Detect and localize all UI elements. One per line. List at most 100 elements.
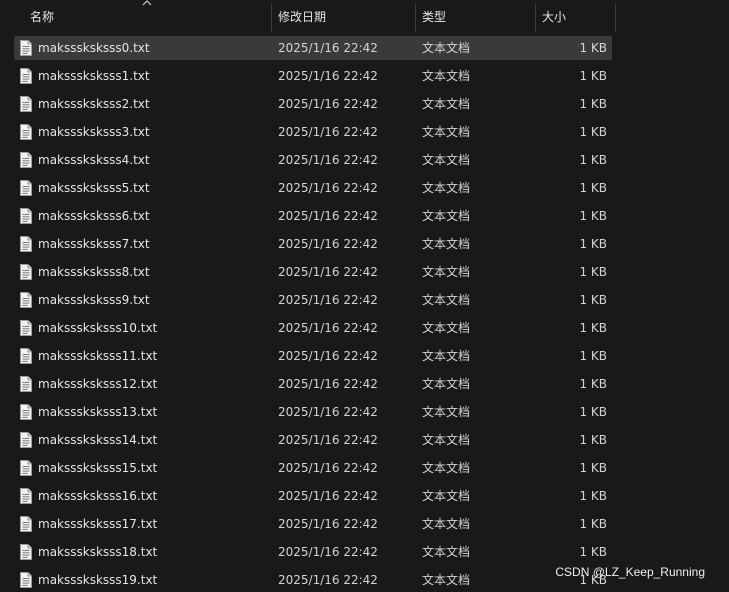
file-row[interactable]: maksssksksss17.txt 2025/1/16 22:42 文本文档 1 K… bbox=[14, 512, 612, 536]
file-modified-date: 2025/1/16 22:42 bbox=[278, 405, 378, 419]
file-size: 1 KB bbox=[579, 517, 607, 531]
file-type: 文本文档 bbox=[422, 545, 471, 559]
file-name: maksssksksss0.txt bbox=[38, 41, 150, 55]
file-size: 1 KB bbox=[579, 461, 607, 475]
file-type: 文本文档 bbox=[422, 489, 471, 503]
file-type: 文本文档 bbox=[422, 41, 471, 55]
file-size: 1 KB bbox=[579, 209, 607, 223]
column-divider[interactable] bbox=[535, 4, 536, 32]
text-document-icon bbox=[20, 404, 32, 420]
file-modified-date: 2025/1/16 22:42 bbox=[278, 265, 378, 279]
column-header-size[interactable]: 大小 bbox=[542, 0, 614, 34]
file-type: 文本文档 bbox=[422, 517, 471, 531]
file-name: maksssksksss19.txt bbox=[38, 573, 158, 587]
file-modified-date: 2025/1/16 22:42 bbox=[278, 461, 378, 475]
file-size: 1 KB bbox=[579, 237, 607, 251]
column-header-type[interactable]: 类型 bbox=[422, 0, 534, 34]
file-type: 文本文档 bbox=[422, 125, 471, 139]
file-row[interactable]: maksssksksss14.txt 2025/1/16 22:42 文本文档 1 K… bbox=[14, 428, 612, 452]
file-modified-date: 2025/1/16 22:42 bbox=[278, 573, 378, 587]
file-modified-date: 2025/1/16 22:42 bbox=[278, 209, 378, 223]
file-row[interactable]: maksssksksss3.txt 2025/1/16 22:42 文本文档 1 KB bbox=[14, 120, 612, 144]
text-document-icon bbox=[20, 460, 32, 476]
file-modified-date: 2025/1/16 22:42 bbox=[278, 153, 378, 167]
file-name: maksssksksss13.txt bbox=[38, 405, 158, 419]
column-divider[interactable] bbox=[415, 4, 416, 32]
column-header-date[interactable]: 修改日期 bbox=[278, 0, 414, 34]
file-modified-date: 2025/1/16 22:42 bbox=[278, 377, 378, 391]
text-document-icon bbox=[20, 124, 32, 140]
file-row[interactable]: maksssksksss18.txt 2025/1/16 22:42 文本文档 1 K… bbox=[14, 540, 612, 564]
file-size: 1 KB bbox=[579, 349, 607, 363]
file-row[interactable]: maksssksksss0.txt 2025/1/16 22:42 文本文档 1 KB bbox=[14, 36, 612, 60]
file-row[interactable]: maksssksksss7.txt 2025/1/16 22:42 文本文档 1 KB bbox=[14, 232, 612, 256]
file-type: 文本文档 bbox=[422, 433, 471, 447]
file-size: 1 KB bbox=[579, 405, 607, 419]
file-name: maksssksksss5.txt bbox=[38, 181, 150, 195]
file-name: maksssksksss18.txt bbox=[38, 545, 158, 559]
file-type: 文本文档 bbox=[422, 69, 471, 83]
file-name: maksssksksss17.txt bbox=[38, 517, 158, 531]
file-row[interactable]: maksssksksss19.txt 2025/1/16 22:42 文本文档 1 K… bbox=[14, 568, 612, 592]
file-row[interactable]: maksssksksss12.txt 2025/1/16 22:42 文本文档 1 K… bbox=[14, 372, 612, 396]
file-row[interactable]: maksssksksss2.txt 2025/1/16 22:42 文本文档 1 KB bbox=[14, 92, 612, 116]
watermark: CSDN @LZ_Keep_Running bbox=[555, 565, 705, 579]
file-type: 文本文档 bbox=[422, 377, 471, 391]
file-name: maksssksksss7.txt bbox=[38, 237, 150, 251]
file-row[interactable]: maksssksksss10.txt 2025/1/16 22:42 文本文档 1 K… bbox=[14, 316, 612, 340]
file-modified-date: 2025/1/16 22:42 bbox=[278, 321, 378, 335]
text-document-icon bbox=[20, 208, 32, 224]
file-type: 文本文档 bbox=[422, 97, 471, 111]
file-size: 1 KB bbox=[579, 125, 607, 139]
file-size: 1 KB bbox=[579, 321, 607, 335]
file-type: 文本文档 bbox=[422, 181, 471, 195]
file-modified-date: 2025/1/16 22:42 bbox=[278, 293, 378, 307]
file-modified-date: 2025/1/16 22:42 bbox=[278, 433, 378, 447]
file-name: maksssksksss11.txt bbox=[38, 349, 158, 363]
file-row[interactable]: maksssksksss11.txt 2025/1/16 22:42 文本文档 1 K… bbox=[14, 344, 612, 368]
column-header-name-label: 名称 bbox=[30, 10, 55, 24]
file-name: maksssksksss16.txt bbox=[38, 489, 158, 503]
file-row[interactable]: maksssksksss13.txt 2025/1/16 22:42 文本文档 1 K… bbox=[14, 400, 612, 424]
file-row[interactable]: maksssksksss6.txt 2025/1/16 22:42 文本文档 1 KB bbox=[14, 204, 612, 228]
column-divider[interactable] bbox=[615, 4, 616, 32]
text-document-icon bbox=[20, 236, 32, 252]
file-size: 1 KB bbox=[579, 69, 607, 83]
file-size: 1 KB bbox=[579, 181, 607, 195]
file-size: 1 KB bbox=[579, 433, 607, 447]
text-document-icon bbox=[20, 376, 32, 392]
file-name: maksssksksss3.txt bbox=[38, 125, 150, 139]
chevron-up-icon[interactable] bbox=[141, 0, 153, 8]
file-modified-date: 2025/1/16 22:42 bbox=[278, 97, 378, 111]
column-header-size-label: 大小 bbox=[542, 10, 567, 24]
file-modified-date: 2025/1/16 22:42 bbox=[278, 545, 378, 559]
file-size: 1 KB bbox=[579, 265, 607, 279]
file-row[interactable]: maksssksksss1.txt 2025/1/16 22:42 文本文档 1 KB bbox=[14, 64, 612, 88]
file-modified-date: 2025/1/16 22:42 bbox=[278, 69, 378, 83]
file-modified-date: 2025/1/16 22:42 bbox=[278, 125, 378, 139]
text-document-icon bbox=[20, 572, 32, 588]
file-size: 1 KB bbox=[579, 153, 607, 167]
file-size: 1 KB bbox=[579, 545, 607, 559]
file-name: maksssksksss12.txt bbox=[38, 377, 158, 391]
file-row[interactable]: maksssksksss16.txt 2025/1/16 22:42 文本文档 1 K… bbox=[14, 484, 612, 508]
file-modified-date: 2025/1/16 22:42 bbox=[278, 517, 378, 531]
file-modified-date: 2025/1/16 22:42 bbox=[278, 489, 378, 503]
text-document-icon bbox=[20, 152, 32, 168]
file-modified-date: 2025/1/16 22:42 bbox=[278, 181, 378, 195]
column-divider[interactable] bbox=[271, 4, 272, 32]
file-type: 文本文档 bbox=[422, 349, 471, 363]
file-row[interactable]: maksssksksss5.txt 2025/1/16 22:42 文本文档 1 KB bbox=[14, 176, 612, 200]
file-name: maksssksksss2.txt bbox=[38, 97, 150, 111]
file-row[interactable]: maksssksksss9.txt 2025/1/16 22:42 文本文档 1 KB bbox=[14, 288, 612, 312]
file-type: 文本文档 bbox=[422, 153, 471, 167]
file-modified-date: 2025/1/16 22:42 bbox=[278, 349, 378, 363]
text-document-icon bbox=[20, 432, 32, 448]
file-row[interactable]: maksssksksss8.txt 2025/1/16 22:42 文本文档 1 KB bbox=[14, 260, 612, 284]
file-name: maksssksksss6.txt bbox=[38, 209, 150, 223]
column-header-type-label: 类型 bbox=[422, 10, 447, 24]
file-row[interactable]: maksssksksss4.txt 2025/1/16 22:42 文本文档 1 KB bbox=[14, 148, 612, 172]
file-row[interactable]: maksssksksss15.txt 2025/1/16 22:42 文本文档 1 K… bbox=[14, 456, 612, 480]
file-type: 文本文档 bbox=[422, 321, 471, 335]
file-modified-date: 2025/1/16 22:42 bbox=[278, 237, 378, 251]
